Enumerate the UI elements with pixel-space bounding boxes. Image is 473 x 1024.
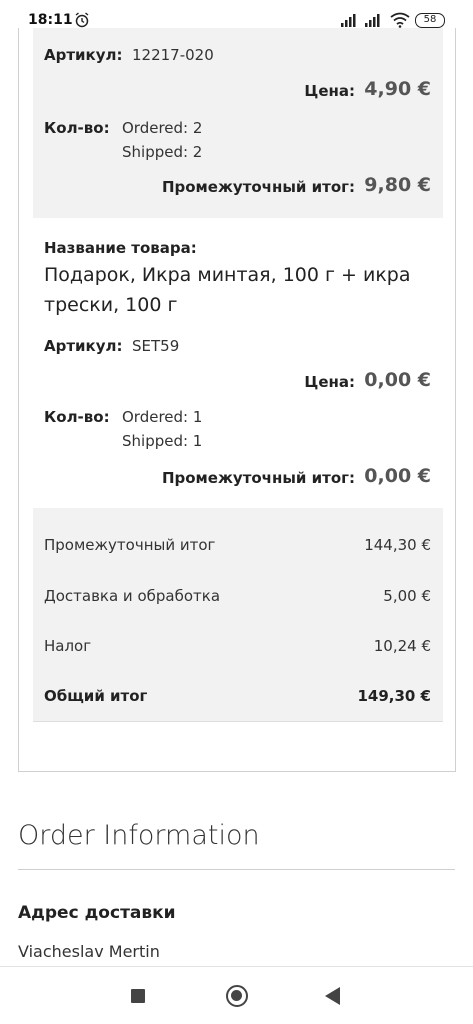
sku-value: SET59 (132, 337, 180, 355)
order-totals: Промежуточный итог 144,30 € Доставка и о… (33, 508, 443, 722)
sku-label: Артикул: (44, 337, 123, 355)
sku-value: 12217-020 (132, 46, 214, 64)
price-value: 4,90 € (364, 78, 431, 100)
totals-tax-label: Налог (44, 637, 92, 655)
product-name-line2: трески, 100 г (44, 294, 178, 316)
totals-shipping-value: 5,00 € (383, 587, 431, 605)
totals-subtotal-label: Промежуточный итог (44, 536, 216, 554)
alarm-icon (75, 12, 89, 28)
sku-label: Артикул: (44, 46, 123, 64)
qty-shipped: Shipped: 1 (122, 432, 203, 450)
qty-shipped: Shipped: 2 (122, 143, 203, 161)
section-divider (18, 869, 455, 870)
price-label: Цена: (304, 82, 355, 100)
qty-ordered: Ordered: 2 (122, 119, 203, 137)
order-item: Артикул: 12217-020 Цена: 4,90 € Кол-во: … (33, 28, 443, 218)
battery-level: 58 (423, 14, 437, 25)
product-name-line1: Подарок, Икра минтая, 100 г + икра (44, 264, 411, 286)
subtotal-value: 9,80 € (364, 174, 431, 196)
totals-grand-value: 149,30 € (357, 687, 431, 705)
qty-label: Кол-во: (44, 408, 110, 426)
subtotal-value: 0,00 € (364, 465, 431, 487)
wifi-icon (390, 12, 410, 28)
status-time: 18:11 (28, 12, 73, 28)
battery-icon: 58 (415, 13, 445, 28)
navigation-bar (0, 966, 473, 1024)
order-items-card: Артикул: 12217-020 Цена: 4,90 € Кол-во: … (18, 28, 456, 772)
signal-icon (365, 14, 380, 27)
order-information-title: Order Information (18, 820, 260, 851)
product-name-label: Название товара: (44, 239, 197, 257)
price-label: Цена: (304, 373, 355, 391)
qty-ordered: Ordered: 1 (122, 408, 203, 426)
totals-tax-value: 10,24 € (373, 637, 431, 655)
signal-icon (341, 14, 356, 27)
subtotal-label: Промежуточный итог: (161, 469, 355, 487)
shipping-address-title: Адрес доставки (18, 903, 176, 923)
recent-apps-icon[interactable] (131, 989, 145, 1003)
subtotal-label: Промежуточный итог: (161, 178, 355, 196)
qty-label: Кол-во: (44, 119, 110, 137)
home-icon[interactable] (226, 985, 248, 1007)
price-value: 0,00 € (364, 369, 431, 391)
totals-grand-label: Общий итог (44, 687, 148, 705)
order-item: Название товара: Подарок, Икра минтая, 1… (33, 218, 443, 508)
back-icon[interactable] (325, 987, 340, 1005)
totals-subtotal-value: 144,30 € (364, 536, 431, 554)
shipping-address-name: Viacheslav Mertin (18, 942, 160, 961)
totals-shipping-label: Доставка и обработка (44, 587, 221, 605)
